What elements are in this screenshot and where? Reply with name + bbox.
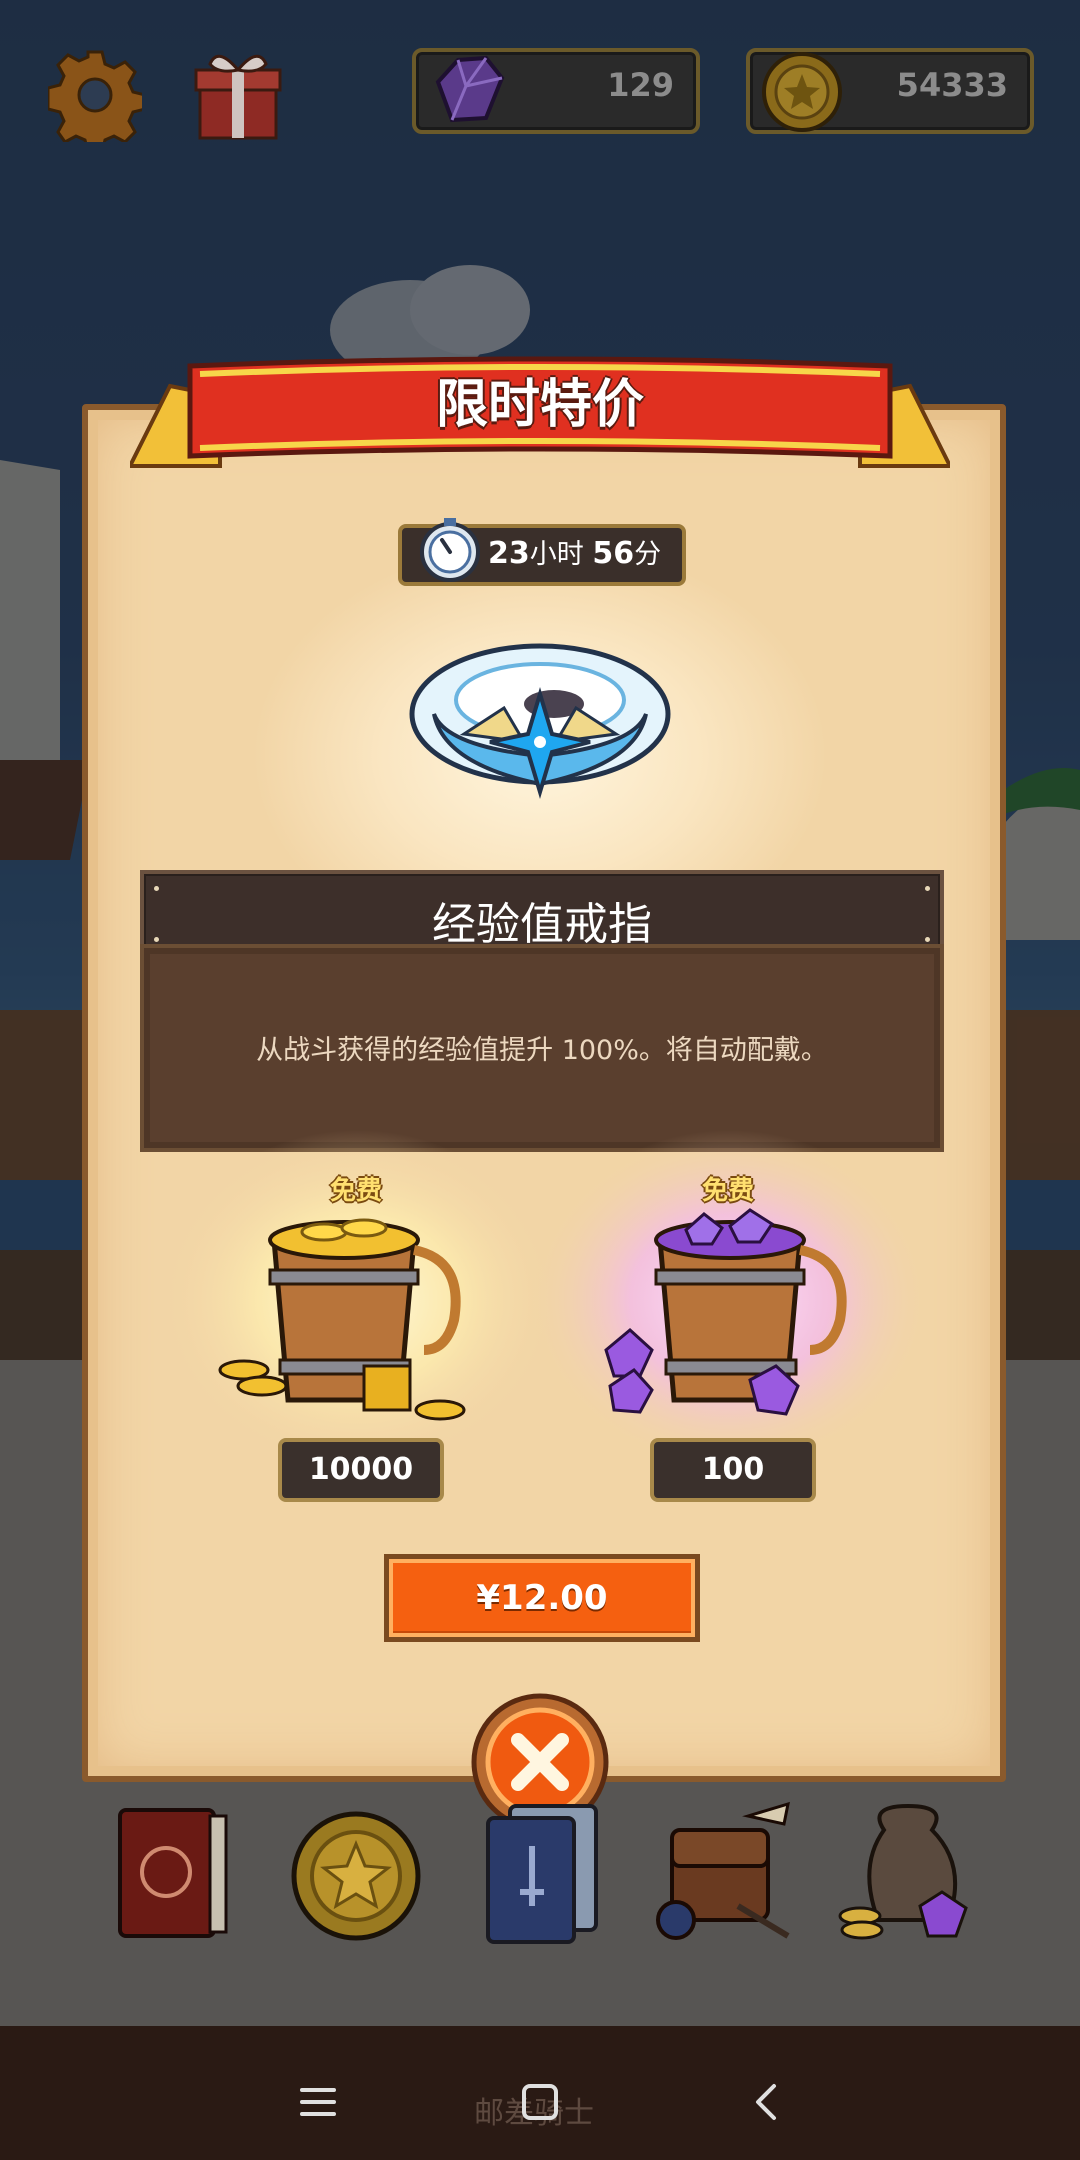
gold-bucket-icon bbox=[214, 1200, 474, 1430]
star-coin-icon[interactable] bbox=[286, 1796, 426, 1946]
purple-gem-icon bbox=[424, 48, 512, 134]
timer-minutes-unit: 分 bbox=[634, 539, 662, 570]
reward-amount-gold: 10000 bbox=[278, 1438, 444, 1502]
offer-title: 限时特价 bbox=[435, 375, 644, 435]
timer-hours-unit: 小时 bbox=[529, 539, 593, 570]
winged-ring-icon bbox=[404, 634, 676, 816]
gem-bucket-icon bbox=[600, 1200, 860, 1430]
timer-minutes: 56 bbox=[592, 536, 635, 571]
system-navigation-bar: 邮差骑士 bbox=[0, 2026, 1080, 2160]
satchel-icon[interactable] bbox=[648, 1796, 790, 1946]
coin-counter[interactable]: 54333 bbox=[746, 48, 1034, 134]
treasure-bag-icon[interactable] bbox=[838, 1796, 978, 1946]
gift-box-icon[interactable] bbox=[192, 44, 284, 142]
gold-coin-icon bbox=[758, 48, 846, 134]
coin-count: 54333 bbox=[896, 66, 1008, 104]
back-icon[interactable] bbox=[738, 2072, 798, 2132]
home-icon[interactable] bbox=[510, 2072, 570, 2132]
item-name: 经验值戒指 bbox=[432, 899, 652, 950]
reward-amount-gems: 100 bbox=[650, 1438, 816, 1502]
buy-button[interactable]: ¥12.00 bbox=[384, 1554, 700, 1642]
stopwatch-icon bbox=[414, 514, 486, 586]
menu-icon[interactable] bbox=[288, 2072, 348, 2132]
gem-count: 129 bbox=[607, 66, 674, 104]
gear-icon[interactable] bbox=[46, 48, 147, 154]
item-description: 从战斗获得的经验值提升 100%。将自动配戴。 bbox=[256, 1035, 828, 1066]
book-icon[interactable] bbox=[100, 1796, 240, 1946]
card-deck-icon[interactable] bbox=[470, 1796, 610, 1946]
gem-counter[interactable]: 129 bbox=[412, 48, 700, 134]
timer-hours: 23 bbox=[488, 536, 530, 571]
timer-text: 23小时 56分 bbox=[488, 532, 661, 571]
